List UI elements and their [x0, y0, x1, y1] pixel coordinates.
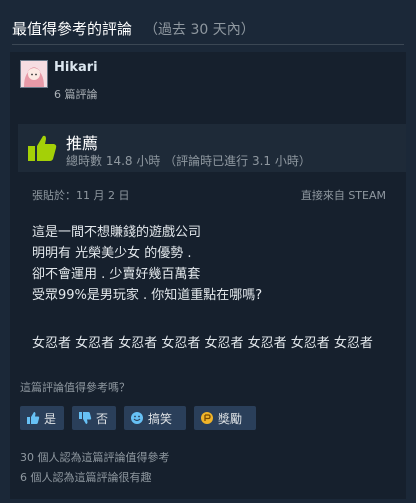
review-line: 明明有 光榮美少女 的優勢 . — [32, 246, 192, 261]
review-card: Hikari 6 篇評論 推薦 總時數 14.8 小時 （評論時已進行 3.1 … — [10, 52, 406, 499]
funny-count: 6 個人認為這篇評論很有趣 — [20, 471, 152, 484]
header-divider — [12, 44, 404, 45]
review-repeat-line: 女忍者 女忍者 女忍者 女忍者 女忍者 女忍者 女忍者 女忍者 — [32, 336, 373, 351]
avatar-image — [21, 61, 47, 87]
verdict-bar[interactable]: 推薦 總時數 14.8 小時 （評論時已進行 3.1 小時） — [18, 124, 406, 172]
vote-yes-button[interactable]: 是 — [20, 406, 64, 430]
review-source: 直接來自 STEAM — [300, 189, 386, 202]
posted-date: 張貼於：11 月 2 日 — [32, 189, 130, 202]
helpful-count: 30 個人認為這篇評論值得參考 — [20, 451, 170, 464]
vote-funny-button[interactable]: 搞笑 — [124, 406, 186, 430]
vote-funny-label: 搞笑 — [148, 411, 173, 426]
avatar[interactable] — [20, 60, 48, 88]
verdict-label: 推薦 — [66, 134, 99, 153]
thumbs-down-icon — [79, 412, 92, 424]
thumbs-up-icon — [28, 135, 57, 161]
section-title: 最值得參考的評論 — [12, 20, 133, 38]
thumbs-up-icon — [27, 412, 40, 424]
review-line: 受眾99%是男玩家 . 你知道重點在哪嗎? — [32, 288, 263, 303]
award-label: 獎勵 — [218, 411, 243, 426]
award-button[interactable]: 獎勵 — [194, 406, 256, 430]
smiley-icon — [131, 412, 143, 424]
review-line: 卻不會運用 . 少賣好幾百萬套 — [32, 267, 201, 282]
vote-yes-label: 是 — [44, 411, 57, 426]
review-text: 這是一間不想賺錢的遊戲公司 明明有 光榮美少女 的優勢 . 卻不會運用 . 少賣… — [32, 222, 392, 306]
vote-no-label: 否 — [96, 411, 109, 426]
user-name-link[interactable]: Hikari — [54, 60, 98, 75]
helpful-question: 這篇評論值得參考嗎？ — [20, 381, 130, 394]
user-review-count-link[interactable]: 6 篇評論 — [54, 86, 98, 102]
vote-no-button[interactable]: 否 — [72, 406, 116, 430]
award-icon — [201, 412, 213, 424]
section-header: 最值得參考的評論 （過去 30 天內） — [12, 18, 404, 39]
section-subtitle: （過去 30 天內） — [144, 22, 255, 38]
playtime-hours: 總時數 14.8 小時 （評論時已進行 3.1 小時） — [66, 154, 311, 168]
review-line: 這是一間不想賺錢的遊戲公司 — [32, 225, 202, 240]
